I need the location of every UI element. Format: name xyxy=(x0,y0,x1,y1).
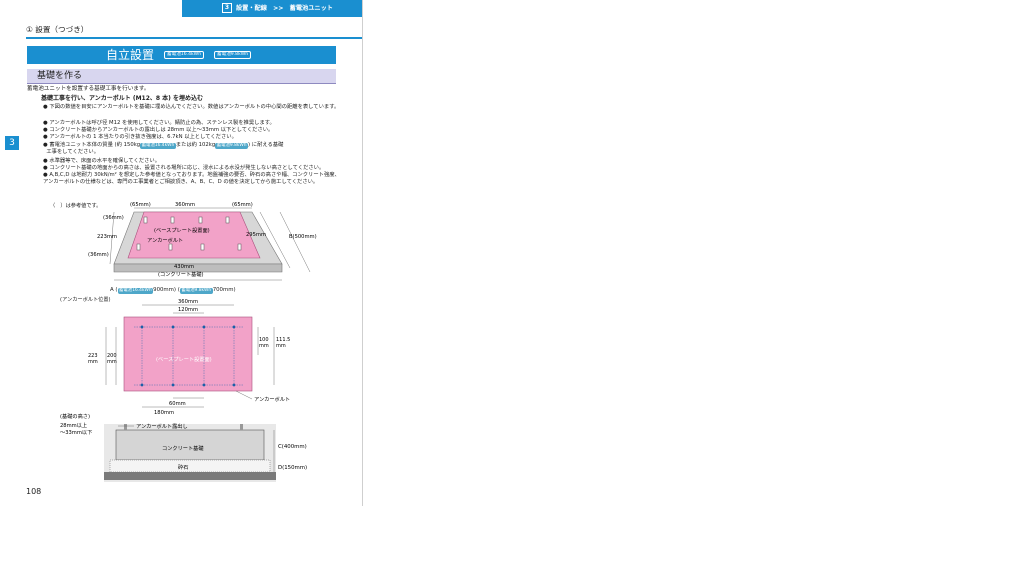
dim-a-line: A (蓄電池16.4kWh 900mm) (蓄電池9.8kWh 700mm) xyxy=(110,287,236,294)
exposure-min: 28mm以上 xyxy=(60,421,87,429)
anchor-exposure-label: アンカーボルト露出し xyxy=(136,422,188,430)
intro-text: 蓄電池ユニットを設置する基礎工事を行います。 xyxy=(27,86,150,92)
dim-d-150: D(150mm) xyxy=(278,465,307,471)
manual-page: 3 設置・配線 >> 蓄電池ユニット ① 設置（つづき） 自立設置 蓄電池16.4… xyxy=(0,0,362,506)
gravel-label: 砕石 xyxy=(178,463,188,471)
title-banner: 自立設置 蓄電池16.4kWh 蓄電池9.8kWh xyxy=(27,46,336,64)
anchor-position-figure: 360mm 120mm 223 mm 200 mm 100 mm 111.5 m… xyxy=(88,299,290,416)
base-plate-label: (ベースプレート設置面) xyxy=(154,226,210,234)
bullet-6: ● コンクリート基礎の地面からの高さは、設置される場所に応じ、浸水による水没が発… xyxy=(43,165,325,171)
chapter-tab: 3 xyxy=(5,136,19,150)
concrete-front xyxy=(113,263,283,273)
battery-tag-16kwh: 蓄電池16.4kWh xyxy=(164,51,205,59)
dim-36-top: (36mm) xyxy=(103,215,124,221)
bullet-weight: ● 蓄電池ユニット本体の質量 (約 150kg 蓄電池16.4kWh または約 10… xyxy=(43,142,284,155)
gravel-layer xyxy=(109,459,271,473)
dim-b-500: B(500mm) xyxy=(289,234,317,240)
header-bar: 3 設置・配線 >> 蓄電池ユニット xyxy=(182,0,362,17)
battery-tag-9kwh: 蓄電池9.8kWh xyxy=(214,51,252,59)
dim-36-bottom: (36mm) xyxy=(88,252,109,258)
page-edge xyxy=(362,0,363,506)
pos-60: 60mm xyxy=(169,401,186,407)
bullet-5: ● 水準器等で、床面の水平を確保してください。 xyxy=(43,158,161,164)
section-title: ① 設置（つづき） xyxy=(26,25,89,34)
bullet-2: ● アンカーボルトは呼び径 M12 を使用してください。錆防止の為、ステンレス製… xyxy=(43,120,275,126)
concrete-label: (コンクリート基礎) xyxy=(158,270,204,278)
concrete-base-label: コンクリート基礎 xyxy=(162,444,204,452)
plate-center-label: (ベースプレート設置面) xyxy=(156,355,212,363)
height-title: (基礎の高さ) xyxy=(60,412,90,420)
foundation-height-figure: (基礎の高さ) 28mm以上 ～33mm以下 アンカーボルト露出し コンクリート… xyxy=(60,412,307,482)
svg-text:mm: mm xyxy=(259,343,269,349)
bullet-4: ● アンカーボルトの 1 本当たりの引き抜き強度は、6.7kN 以上としてくださ… xyxy=(43,134,237,140)
pos-anchor-label: アンカーボルト xyxy=(254,395,290,403)
dim-223: 223mm xyxy=(97,234,117,240)
dim-360: 360mm xyxy=(175,202,195,208)
svg-text:mm: mm xyxy=(276,343,286,349)
bullet-3: ● コンクリート基礎からアンカーボルトの露出しは 28mm 以上～33mm 以下… xyxy=(43,127,274,133)
banner-title: 自立設置 xyxy=(106,48,155,62)
anchor-label: アンカーボルト xyxy=(147,236,183,244)
step-title: 基礎工事を行い、アンカーボルト (M12、8 本) を埋め込む xyxy=(41,95,204,102)
pos-360: 360mm xyxy=(178,299,198,305)
bullet-1: ● 下図の数値を目安にアンカーボルトを基礎に埋め込んでください。数値はアンカーボ… xyxy=(43,104,340,110)
dim-c-400: C(400mm) xyxy=(278,444,307,450)
svg-text:mm: mm xyxy=(107,359,117,365)
subheading-text: 基礎を作る xyxy=(37,71,83,81)
exposure-max: ～33mm以下 xyxy=(60,429,92,436)
base-plate-area xyxy=(127,211,261,259)
chapter-number: 3 xyxy=(222,3,232,13)
weight-tag-16kwh: 蓄電池16.4kWh xyxy=(140,143,176,149)
svg-text:mm: mm xyxy=(88,359,98,365)
plate-area xyxy=(123,316,253,392)
dim-430: 430mm xyxy=(174,264,194,270)
foundation-isometric-figure: (65mm) 360mm (65mm) (36mm) 223mm (36mm) … xyxy=(88,202,317,281)
weight-tag-9kwh: 蓄電池9.8kWh xyxy=(215,143,249,149)
dim-65-right: (65mm) xyxy=(232,202,253,208)
subheading: 基礎を作る xyxy=(27,69,336,84)
dim-65-left: (65mm) xyxy=(130,202,151,208)
section-rule xyxy=(26,37,362,39)
breadcrumb: 設置・配線 >> 蓄電池ユニット xyxy=(236,5,333,12)
bullet-7: ● A,B,C,D は地耐力 30kN/m² を想定した参考値となっております。… xyxy=(43,172,340,185)
pos-120: 120mm xyxy=(178,307,198,313)
page-number: 108 xyxy=(26,487,42,496)
concrete-block xyxy=(115,429,265,461)
dim-295: 295mm xyxy=(246,232,266,238)
